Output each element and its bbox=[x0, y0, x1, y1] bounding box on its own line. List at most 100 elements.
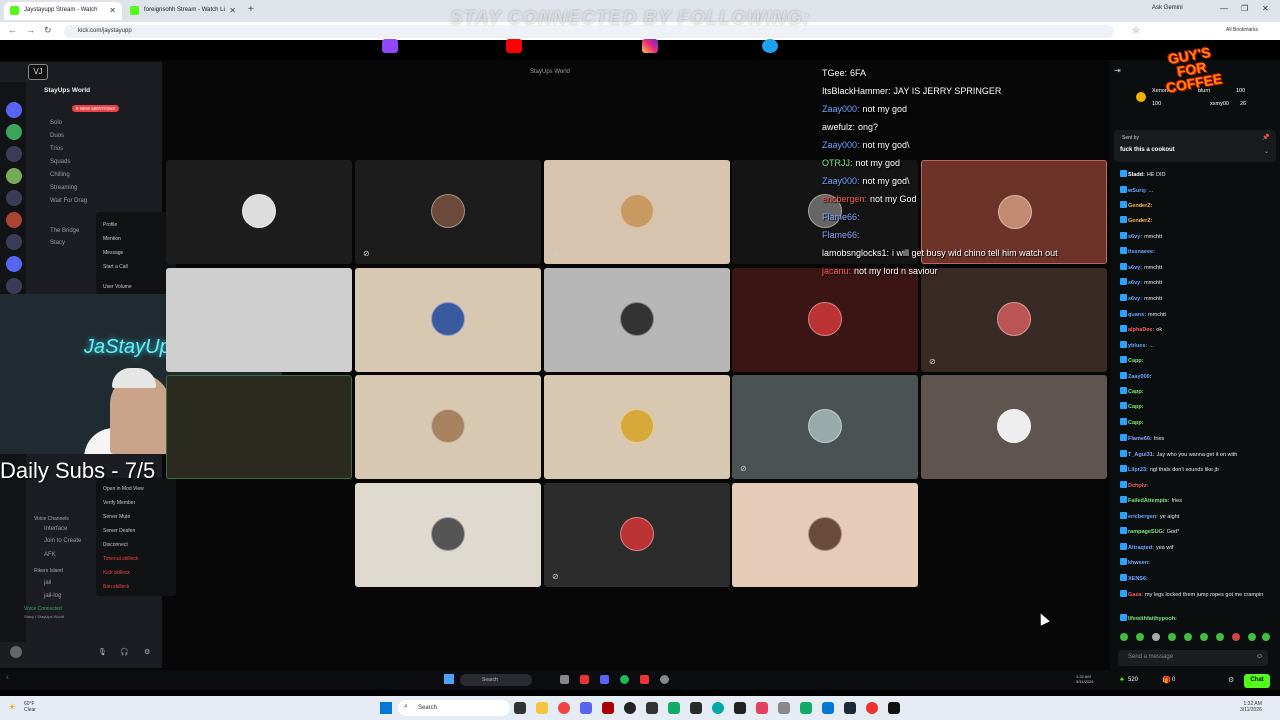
menu-item-mention[interactable]: Mention bbox=[103, 236, 121, 242]
participant-tile[interactable]: ⊘ bbox=[544, 160, 730, 264]
participant-tile[interactable] bbox=[732, 483, 918, 587]
menu-item-disconnect[interactable]: Disconnect bbox=[103, 542, 128, 548]
participant-tile[interactable] bbox=[355, 483, 541, 587]
chat-username[interactable]: Capp: bbox=[1128, 358, 1144, 364]
channel-the-bridge[interactable]: The Bridge bbox=[50, 228, 79, 234]
emote-icon[interactable] bbox=[1168, 633, 1176, 641]
menu-item-ban[interactable]: Ban skilleck bbox=[103, 584, 129, 590]
steam-icon[interactable] bbox=[844, 702, 856, 714]
chat-username[interactable]: wSurq: bbox=[1128, 188, 1147, 194]
app-icon[interactable] bbox=[690, 702, 702, 714]
weather-widget[interactable]: 60°F Clear bbox=[24, 701, 36, 713]
chevron-down-icon[interactable]: ⌄ bbox=[1264, 148, 1269, 155]
chrome-icon[interactable] bbox=[558, 702, 570, 714]
chat-username[interactable]: s6vy: bbox=[1128, 280, 1142, 286]
chat-username[interactable]: Capp: bbox=[1128, 389, 1144, 395]
chat-username[interactable]: Sladd: bbox=[1128, 172, 1145, 178]
chat-send-button[interactable]: Chat bbox=[1244, 674, 1270, 688]
chat-username[interactable]: ericbergen: bbox=[1128, 514, 1158, 520]
collapse-chat-icon[interactable]: ⇥ bbox=[1114, 66, 1121, 75]
channel-stacy[interactable]: Stacy bbox=[50, 240, 65, 246]
channel-jail[interactable]: jail bbox=[44, 580, 51, 586]
menu-item-message[interactable]: Message bbox=[103, 250, 123, 256]
app-icon[interactable] bbox=[866, 702, 878, 714]
close-window-icon[interactable]: ✕ bbox=[1262, 4, 1269, 13]
app-icon[interactable] bbox=[646, 702, 658, 714]
chat-username[interactable]: Gaza: bbox=[1128, 592, 1143, 598]
participant-tile[interactable] bbox=[355, 375, 541, 479]
pin-icon[interactable]: 📌 bbox=[1262, 134, 1269, 141]
menu-item-profile[interactable]: Profile bbox=[103, 222, 117, 228]
server-icon[interactable] bbox=[6, 168, 22, 184]
server-icon[interactable] bbox=[6, 256, 22, 272]
channel-solo[interactable]: Solo bbox=[50, 120, 62, 126]
menu-item-user-volume[interactable]: User Volume bbox=[103, 284, 132, 290]
chat-username[interactable]: GenderZ: bbox=[1128, 203, 1152, 209]
settings-gear-icon[interactable]: ⚙ bbox=[144, 648, 150, 656]
menu-item-server-deafen[interactable]: Server Deafen bbox=[103, 528, 135, 534]
chat-username[interactable]: GenderZ: bbox=[1128, 218, 1152, 224]
chat-username[interactable]: khween: bbox=[1128, 560, 1150, 566]
emoji-icon[interactable]: ☺ bbox=[1256, 653, 1263, 660]
emote-icon[interactable] bbox=[1232, 633, 1240, 641]
participant-tile[interactable] bbox=[544, 375, 730, 479]
windows-start-icon[interactable] bbox=[380, 702, 392, 714]
server-name[interactable]: StayUps World bbox=[44, 87, 90, 94]
channel-jail-log[interactable]: jail-log bbox=[44, 593, 61, 599]
taskbar-search[interactable]: ⌕ Search bbox=[398, 700, 510, 716]
acrobat-icon[interactable] bbox=[602, 702, 614, 714]
menu-item-timeout[interactable]: Timeout skilleck bbox=[103, 556, 138, 562]
chat-username[interactable]: Capp: bbox=[1128, 420, 1144, 426]
chat-username[interactable]: s6vy: bbox=[1128, 265, 1142, 271]
chat-username[interactable]: s6vy: bbox=[1128, 296, 1142, 302]
chat-username[interactable]: Zaay000: bbox=[1128, 374, 1152, 380]
channel-streaming[interactable]: Streaming bbox=[50, 185, 77, 191]
task-view-icon[interactable] bbox=[514, 702, 526, 714]
participant-tile[interactable] bbox=[166, 375, 352, 479]
channel-afk[interactable]: AFK bbox=[44, 552, 56, 558]
chat-username[interactable]: Dchplv: bbox=[1128, 483, 1148, 489]
participant-tile[interactable] bbox=[732, 268, 918, 372]
emote-icon[interactable] bbox=[1248, 633, 1256, 641]
emote-icon[interactable] bbox=[1152, 633, 1160, 641]
emote-icon[interactable] bbox=[1120, 633, 1128, 641]
chat-username[interactable]: itssnaeee: bbox=[1128, 249, 1155, 255]
menu-item-server-mute[interactable]: Server Mute bbox=[103, 514, 130, 520]
weather-icon[interactable]: ☀ bbox=[8, 702, 16, 713]
channel-duos[interactable]: Duos bbox=[50, 133, 64, 139]
participant-tile[interactable]: ⊘ bbox=[355, 160, 541, 264]
chat-username[interactable]: rampageSUG: bbox=[1128, 529, 1165, 535]
chat-username[interactable]: Capp: bbox=[1128, 404, 1144, 410]
participant-tile[interactable]: ⊘ bbox=[921, 268, 1107, 372]
edge-icon[interactable] bbox=[712, 702, 724, 714]
discord-icon[interactable] bbox=[580, 702, 592, 714]
user-avatar[interactable] bbox=[10, 646, 22, 658]
pinned-message[interactable]: Sent by fuck this a cookout 📌 ⌄ bbox=[1114, 130, 1276, 162]
chat-username[interactable]: T_Agui31: bbox=[1128, 452, 1155, 458]
server-icon[interactable] bbox=[6, 278, 22, 294]
emote-icon[interactable] bbox=[1216, 633, 1224, 641]
channel-interface[interactable]: Interface bbox=[44, 526, 67, 532]
participant-tile[interactable] bbox=[921, 375, 1107, 479]
server-icon[interactable] bbox=[6, 190, 22, 206]
server-icon[interactable] bbox=[6, 234, 22, 250]
chat-username[interactable]: Lilpr23: bbox=[1128, 467, 1148, 473]
app-icon[interactable] bbox=[778, 702, 790, 714]
server-icon[interactable] bbox=[6, 212, 22, 228]
emote-icon[interactable] bbox=[1184, 633, 1192, 641]
app-icon[interactable] bbox=[668, 702, 680, 714]
send-message-input[interactable]: Send a message ☺ bbox=[1118, 650, 1268, 666]
channel-trios[interactable]: Trios bbox=[50, 146, 63, 152]
app-icon[interactable] bbox=[756, 702, 768, 714]
chat-username[interactable]: s6vy: bbox=[1128, 234, 1142, 240]
participant-tile[interactable] bbox=[355, 268, 541, 372]
server-icon[interactable] bbox=[6, 146, 22, 162]
file-explorer-icon[interactable] bbox=[536, 702, 548, 714]
menu-item-open-mod-view[interactable]: Open in Mod View bbox=[103, 486, 144, 492]
new-mentions-badge[interactable]: 9 NEW MENTIONS bbox=[72, 105, 120, 112]
emote-icon[interactable] bbox=[1262, 633, 1270, 641]
chat-username[interactable]: XENS6: bbox=[1128, 576, 1148, 582]
chat-username[interactable]: alphaDee: bbox=[1128, 327, 1154, 333]
headphones-icon[interactable]: 🎧 bbox=[120, 648, 129, 656]
emote-icon[interactable] bbox=[1200, 633, 1208, 641]
